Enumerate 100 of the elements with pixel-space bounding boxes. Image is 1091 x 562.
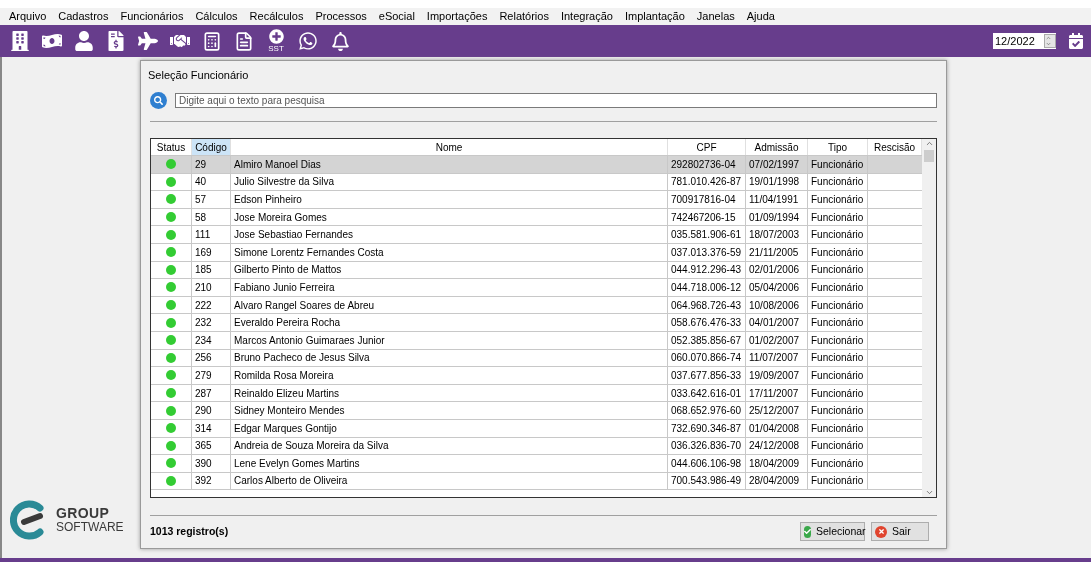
scroll-up-icon[interactable] — [924, 139, 934, 148]
table-cell: 18/04/2009 — [746, 455, 808, 472]
table-cell: 037.677.856-33 — [668, 367, 746, 384]
table-cell: 111 — [192, 226, 231, 243]
table-cell: 365 — [192, 437, 231, 455]
table-cell: Funcionário — [808, 367, 868, 384]
table-cell: Edgar Marques Gontijo — [231, 419, 668, 437]
bell-icon[interactable] — [330, 30, 350, 52]
table-cell: 052.385.856-67 — [668, 331, 746, 349]
table-cell: Lene Evelyn Gomes Martins — [231, 455, 668, 472]
table-row[interactable]: 111 Jose Sebastiao Fernandes 035.581.906-61 18/07/2003 Funcionário — [151, 226, 922, 244]
table-cell: 390 — [192, 455, 231, 472]
dollar-document-icon[interactable] — [106, 30, 126, 52]
table-cell: 700917816-04 — [668, 191, 746, 208]
menu-item[interactable]: eSocial — [372, 8, 421, 25]
menu-item[interactable]: Implantação — [618, 8, 691, 25]
table-cell: Edson Pinheiro — [231, 191, 668, 208]
menu-item[interactable]: Importações — [420, 8, 494, 25]
table-cell: Funcionário — [808, 419, 868, 437]
table-cell: 222 — [192, 296, 231, 314]
close-icon — [877, 528, 885, 535]
table-cell: 044.606.106-98 — [668, 455, 746, 472]
menu-item[interactable]: Cadastros — [52, 8, 115, 25]
table-cell: Jose Sebastiao Fernandes — [231, 226, 668, 243]
table-cell: Carlos Alberto de Oliveira — [231, 472, 668, 490]
table-row[interactable]: 232 Everaldo Pereira Rocha 058.676.476-33 04/01/2007 Funcionário — [151, 314, 922, 332]
chat-bubble-icon[interactable] — [298, 30, 318, 52]
table-cell: Funcionário — [808, 455, 868, 472]
menu-item[interactable]: Arquivo — [3, 8, 53, 25]
menu-item[interactable]: Cálculos — [189, 8, 244, 25]
table-cell: 210 — [192, 279, 231, 296]
calculator-icon[interactable] — [202, 30, 222, 52]
user-icon[interactable] — [74, 30, 94, 52]
table-cell: Julio Silvestre da Silva — [231, 173, 668, 191]
brand-name: GROUP — [56, 506, 111, 520]
exit-button[interactable]: Sair — [871, 522, 929, 541]
table-cell: 700.543.986-49 — [668, 472, 746, 490]
scroll-thumb[interactable] — [924, 150, 934, 162]
calendar-check-icon[interactable] — [1068, 32, 1084, 50]
scroll-down-icon[interactable] — [924, 488, 934, 497]
table-cell: Funcionário — [808, 243, 868, 261]
menu-item[interactable]: Funcionários — [114, 8, 190, 25]
table-cell: 044.912.296-43 — [668, 261, 746, 279]
table-row[interactable]: 279 Romilda Rosa Moreira 037.677.856-33 19/09/2007 Funcionário — [151, 367, 922, 385]
menu-item[interactable]: Ajuda — [740, 8, 781, 25]
search-field[interactable]: Digite aqui o texto para pesquisa — [175, 93, 937, 108]
table-cell: Romilda Rosa Moreira — [231, 367, 668, 384]
search-icon — [150, 92, 167, 109]
table-row[interactable]: 57 Edson Pinheiro 700917816-04 11/04/1991 Funcionário — [151, 191, 922, 209]
table-cell: 10/08/2006 — [746, 296, 808, 314]
table-cell: 064.968.726-43 — [668, 296, 746, 314]
menu-item[interactable]: Recálculos — [243, 8, 310, 25]
check-icon — [804, 528, 811, 535]
select-button[interactable]: Selecionar — [800, 522, 865, 541]
table-cell: 044.718.006-12 — [668, 279, 746, 296]
airplane-icon[interactable] — [138, 30, 158, 52]
table-cell: Funcionário — [808, 384, 868, 402]
table-row[interactable]: 290 Sidney Monteiro Mendes 068.652.976-60 25/12/2007 Funcionário — [151, 402, 922, 420]
table-cell: Everaldo Pereira Rocha — [231, 314, 668, 331]
menu-item[interactable]: Relatórios — [493, 8, 555, 25]
table-cell: Funcionário — [808, 191, 868, 208]
table-cell: 02/01/2006 — [746, 261, 808, 279]
table-cell: Alvaro Rangel Soares de Abreu — [231, 296, 668, 314]
table-cell: 781.010.426-87 — [668, 173, 746, 191]
table-cell: 18/07/2003 — [746, 226, 808, 243]
menu-item[interactable]: Janelas — [690, 8, 741, 25]
table-cell: 29 — [192, 156, 231, 173]
record-count: 1013 registro(s) — [150, 523, 230, 539]
vertical-scrollbar[interactable] — [922, 139, 936, 497]
table-row[interactable]: 390 Lene Evelyn Gomes Martins 044.606.106-98 18/04/2009 Funcionário — [151, 455, 922, 473]
table-cell: 24/12/2008 — [746, 437, 808, 455]
building-icon[interactable] — [10, 30, 30, 52]
table-cell: 287 — [192, 384, 231, 402]
table-cell: Funcionário — [808, 156, 868, 173]
column-header[interactable]: Código — [192, 139, 231, 155]
table-cell: Funcionário — [808, 349, 868, 367]
table-cell: Andreia de Souza Moreira da Silva — [231, 437, 668, 455]
table-cell: Funcionário — [808, 226, 868, 243]
table-cell: Marcos Antonio Guimaraes Junior — [231, 331, 668, 349]
table-cell: Funcionário — [808, 437, 868, 455]
table-cell: Funcionário — [808, 208, 868, 226]
table-cell: 05/04/2006 — [746, 279, 808, 296]
table-row[interactable]: 29 Almiro Manoel Dias 292802736-04 07/02/1997 Funcionário — [151, 156, 922, 174]
table-cell: Simone Lorentz Fernandes Costa — [231, 243, 668, 261]
menu-item[interactable]: Processos — [309, 8, 373, 25]
table-cell: 19/01/1998 — [746, 173, 808, 191]
table-cell: 058.676.476-33 — [668, 314, 746, 331]
table-cell: Fabiano Junio Ferreira — [231, 279, 668, 296]
table-cell: 185 — [192, 261, 231, 279]
document-icon[interactable] — [234, 30, 254, 52]
table-row[interactable]: 210 Fabiano Junio Ferreira 044.718.006-12 05/04/2006 Funcionário — [151, 279, 922, 297]
table-cell: Bruno Pacheco de Jesus Silva — [231, 349, 668, 367]
table-cell: 256 — [192, 349, 231, 367]
table-cell: Funcionário — [808, 261, 868, 279]
menu-item[interactable]: Integração — [554, 8, 619, 25]
table-cell: 232 — [192, 314, 231, 331]
table-cell: Funcionário — [808, 331, 868, 349]
dialog-title: Seleção Funcionário — [148, 68, 250, 81]
table-cell: 25/12/2007 — [746, 402, 808, 419]
table-cell: 01/09/1994 — [746, 208, 808, 226]
